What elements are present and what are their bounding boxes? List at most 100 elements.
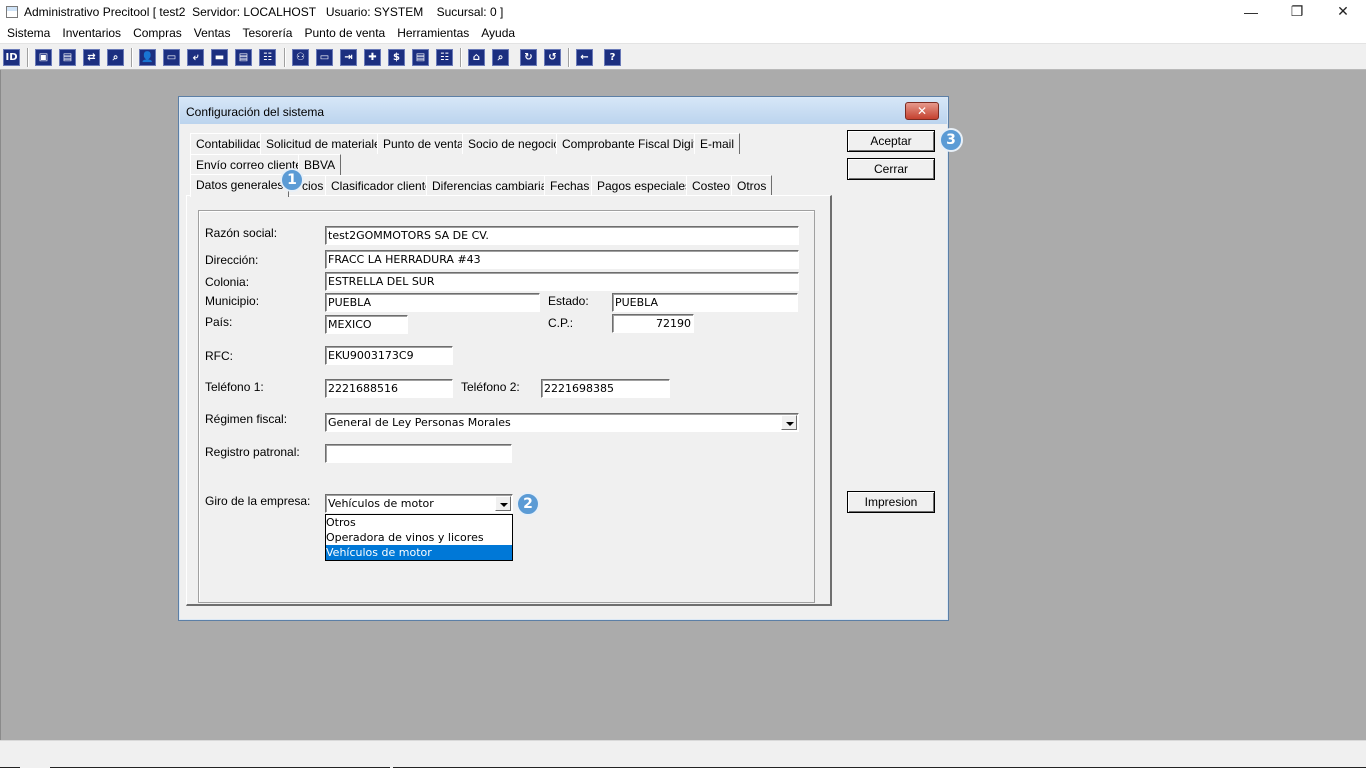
user-icon[interactable]: 👤	[139, 49, 156, 66]
estado-label: Estado:	[548, 294, 589, 308]
return-icon[interactable]: ⤶	[187, 49, 204, 66]
chevron-down-icon[interactable]	[781, 415, 797, 430]
pais-field[interactable]: MEXICO	[325, 315, 408, 334]
dialog-title-bar: Configuración del sistema ✕	[180, 98, 947, 124]
table-icon[interactable]: ☷	[436, 49, 453, 66]
refresh-icon[interactable]: ↻	[520, 49, 537, 66]
tab-email[interactable]: E-mail	[694, 133, 741, 154]
zoom-icon[interactable]: ⌕	[492, 49, 509, 66]
colonia-label: Colonia:	[205, 275, 250, 289]
box-icon[interactable]: ▭	[316, 49, 333, 66]
cp-label: C.P.:	[548, 316, 574, 330]
regimen-fiscal-select[interactable]: General de Ley Personas Morales	[325, 413, 799, 432]
telefono1-field[interactable]: 2221688516	[325, 379, 453, 398]
menu-bar: Sistema Inventarios Compras Ventas Tesor…	[0, 23, 1366, 43]
estado-field[interactable]: PUEBLA	[612, 293, 798, 312]
rfc-field[interactable]: EKU9003173C9	[325, 346, 453, 365]
tab-fechas[interactable]: Fechas	[544, 175, 596, 196]
toolbar-separator	[284, 48, 285, 67]
close-window-button[interactable]: ✕	[1320, 0, 1366, 23]
cerrar-button[interactable]: Cerrar	[847, 158, 935, 180]
menu-compras[interactable]: Compras	[127, 26, 188, 40]
dropdown-option-otros[interactable]: Otros	[326, 515, 512, 530]
tab-otros[interactable]: Otros	[731, 175, 773, 196]
transfer-icon[interactable]: ⇄	[83, 49, 100, 66]
export-icon[interactable]: ⇥	[340, 49, 357, 66]
step-badge-2: 2	[516, 492, 540, 516]
title-bar: Administrativo Precitool [ test2 Servido…	[0, 0, 1366, 23]
dropdown-option-vehiculos-motor[interactable]: Vehículos de motor	[326, 545, 512, 560]
menu-inventarios[interactable]: Inventarios	[56, 26, 127, 40]
copy-icon[interactable]: ▣	[35, 49, 52, 66]
tab-costeo[interactable]: Costeo	[686, 175, 737, 196]
id-card-icon[interactable]: ID	[3, 49, 20, 66]
tab-diferencias-cambiarias[interactable]: Diferencias cambiarias	[426, 175, 560, 196]
municipio-field[interactable]: PUEBLA	[325, 293, 540, 312]
menu-ayuda[interactable]: Ayuda	[475, 26, 521, 40]
toolbar-separator	[27, 48, 28, 67]
regimen-fiscal-value: General de Ley Personas Morales	[328, 416, 511, 429]
tab-solicitud-materiales[interactable]: Solicitud de materiales	[260, 133, 393, 154]
dropdown-option-vinos-licores[interactable]: Operadora de vinos y licores	[326, 530, 512, 545]
folder-icon[interactable]: ▭	[163, 49, 180, 66]
regimen-fiscal-label: Régimen fiscal:	[205, 412, 288, 426]
aceptar-button[interactable]: Aceptar	[847, 130, 935, 152]
restore-button[interactable]: ❐	[1274, 0, 1320, 23]
rfc-label: RFC:	[205, 349, 233, 363]
tab-comprobante-fiscal[interactable]: Comprobante Fiscal Digital	[556, 133, 713, 154]
tab-socio-negocio[interactable]: Socio de negocio	[462, 133, 567, 154]
menu-punto-de-venta[interactable]: Punto de venta	[298, 26, 391, 40]
telefono2-field[interactable]: 2221698385	[541, 379, 670, 398]
document-icon[interactable]: ▤	[59, 49, 76, 66]
telefono2-label: Teléfono 2:	[461, 380, 520, 394]
help-icon[interactable]: ?	[604, 49, 621, 66]
menu-sistema[interactable]: Sistema	[1, 26, 56, 40]
giro-empresa-value: Vehículos de motor	[328, 497, 434, 510]
tab-punto-de-venta[interactable]: Punto de venta	[377, 133, 470, 154]
report-icon[interactable]: ▤	[412, 49, 429, 66]
toolbar-separator	[568, 48, 569, 67]
app-icon	[6, 5, 18, 18]
telefono1-label: Teléfono 1:	[205, 380, 264, 394]
tab-pagos-especiales[interactable]: Pagos especiales	[591, 175, 698, 196]
tab-clasificador-cliente[interactable]: Clasificador cliente	[325, 175, 438, 196]
chevron-down-icon[interactable]	[495, 496, 511, 511]
dialog-title: Configuración del sistema	[186, 105, 325, 119]
home-icon[interactable]: ⌂	[468, 49, 485, 66]
registro-patronal-label: Registro patronal:	[205, 445, 300, 459]
tab-contabilidad[interactable]: Contabilidad	[190, 133, 269, 154]
undo-icon[interactable]: ↺	[544, 49, 561, 66]
tab-datos-generales[interactable]: Datos generales	[190, 174, 290, 197]
colonia-field[interactable]: ESTRELLA DEL SUR	[325, 272, 799, 291]
dialog-close-button[interactable]: ✕	[905, 102, 939, 120]
direccion-label: Dirección:	[205, 253, 259, 267]
registro-patronal-field[interactable]	[325, 444, 512, 463]
users-icon[interactable]: ⚇	[292, 49, 309, 66]
minimize-button[interactable]: —	[1228, 0, 1274, 23]
list-icon[interactable]: ☷	[259, 49, 276, 66]
impresion-button[interactable]: Impresion	[847, 491, 935, 513]
dollar-icon[interactable]: $	[388, 49, 405, 66]
giro-empresa-label: Giro de la empresa:	[205, 494, 311, 508]
menu-ventas[interactable]: Ventas	[188, 26, 237, 40]
cp-field[interactable]: 72190	[612, 314, 694, 333]
menu-herramientas[interactable]: Herramientas	[391, 26, 475, 40]
menu-tesoreria[interactable]: Tesorería	[236, 26, 298, 40]
direccion-field[interactable]: FRACC LA HERRADURA #43	[325, 250, 799, 269]
municipio-label: Municipio:	[205, 294, 260, 308]
step-badge-3: 3	[939, 128, 963, 152]
pais-label: País:	[205, 315, 233, 329]
search-icon[interactable]: ⌕	[107, 49, 124, 66]
add-icon[interactable]: ✚	[364, 49, 381, 66]
back-arrow-icon[interactable]: ←	[576, 49, 593, 66]
giro-empresa-select[interactable]: Vehículos de motor	[325, 494, 513, 513]
razon-social-label: Razón social:	[205, 226, 278, 240]
step-badge-1: 1	[280, 168, 304, 192]
print-icon[interactable]: ▬	[211, 49, 228, 66]
tab-bbva[interactable]: BBVA	[298, 154, 342, 175]
giro-empresa-dropdown-list: Otros Operadora de vinos y licores Vehíc…	[325, 514, 513, 561]
razon-social-field[interactable]: test2GOMMOTORS SA DE CV.	[325, 226, 799, 245]
toolbar: ID ▣ ▤ ⇄ ⌕ 👤 ▭ ⤶ ▬ ▤ ☷ ⚇ ▭ ⇥ ✚ $ ▤ ☷ ⌂ ⌕…	[0, 43, 1366, 70]
window-title: Administrativo Precitool [ test2 Servido…	[24, 4, 504, 19]
invoice-icon[interactable]: ▤	[235, 49, 252, 66]
